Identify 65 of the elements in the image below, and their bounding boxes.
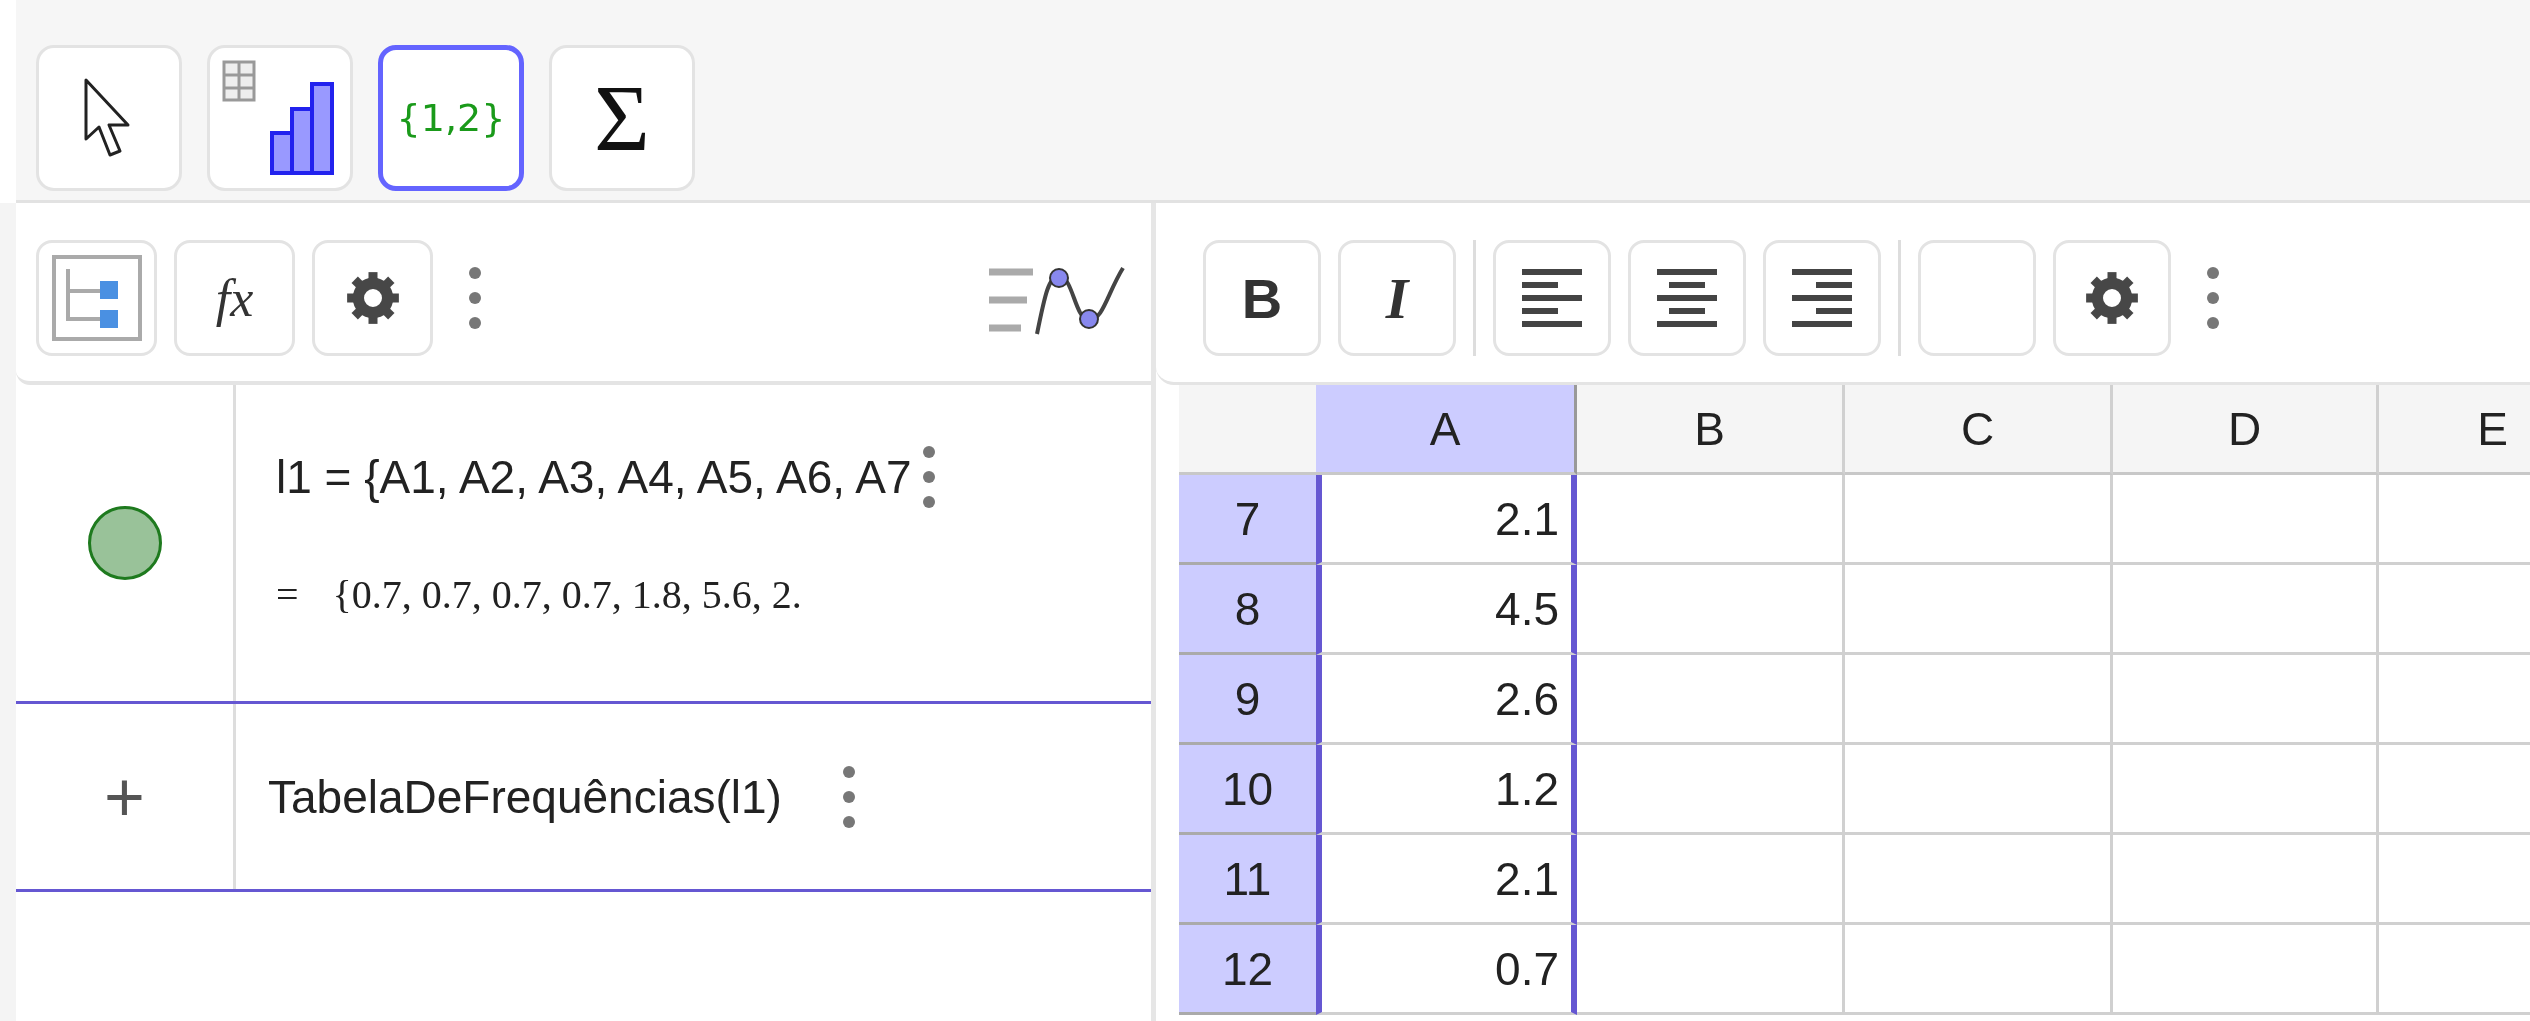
align-right-button[interactable]: [1763, 240, 1881, 356]
table-cell[interactable]: [2113, 745, 2379, 835]
table-cell[interactable]: [1845, 475, 2113, 565]
column-header[interactable]: D: [2113, 385, 2379, 475]
column-header[interactable]: B: [1577, 385, 1845, 475]
column-header[interactable]: C: [1845, 385, 2113, 475]
more-icon[interactable]: [468, 266, 482, 330]
row-header[interactable]: 7: [1179, 475, 1316, 565]
table-cell[interactable]: [1577, 655, 1845, 745]
add-symbol[interactable]: +: [104, 756, 145, 837]
table-cell[interactable]: [1845, 565, 2113, 655]
table-cell[interactable]: [1845, 925, 2113, 1015]
align-center-icon: [1657, 269, 1717, 327]
list-tool-button[interactable]: {1,2}: [378, 45, 524, 191]
row-header[interactable]: 11: [1179, 835, 1316, 925]
table-cell[interactable]: [1845, 745, 2113, 835]
more-icon[interactable]: [921, 445, 936, 509]
color-button[interactable]: [1918, 240, 2036, 356]
equals-sign: =: [276, 571, 299, 618]
settings-icon: [2085, 271, 2139, 325]
table-cell[interactable]: [1577, 475, 1845, 565]
row-header[interactable]: 9: [1179, 655, 1316, 745]
row-header[interactable]: 12: [1179, 925, 1316, 1015]
row-header[interactable]: 10: [1179, 745, 1316, 835]
table-cell[interactable]: [2113, 565, 2379, 655]
function-button[interactable]: fx: [174, 240, 295, 356]
sum-tool-button[interactable]: Σ: [549, 45, 695, 191]
align-left-button[interactable]: [1493, 240, 1611, 356]
table-cell[interactable]: [1845, 835, 2113, 925]
histogram-tool-button[interactable]: [207, 45, 353, 191]
row-header[interactable]: 8: [1179, 565, 1316, 655]
settings-button[interactable]: [2053, 240, 2171, 356]
italic-button[interactable]: I: [1338, 240, 1456, 356]
table-cell[interactable]: 2.1: [1316, 475, 1577, 565]
table-cell[interactable]: 0.7: [1316, 925, 1577, 1015]
settings-button[interactable]: [312, 240, 433, 356]
tree-icon: [51, 255, 142, 341]
table-cell[interactable]: 2.6: [1316, 655, 1577, 745]
tree-view-button[interactable]: [36, 240, 157, 356]
table-cell[interactable]: [1845, 655, 2113, 745]
align-left-icon: [1522, 269, 1582, 327]
input-field[interactable]: TabelaDeFrequências(l1): [268, 769, 782, 824]
table-cell[interactable]: [2113, 925, 2379, 1015]
table-cell[interactable]: [1577, 745, 1845, 835]
more-icon[interactable]: [2206, 266, 2220, 330]
table-cell[interactable]: 4.5: [1316, 565, 1577, 655]
table-cell[interactable]: [1577, 925, 1845, 1015]
align-center-button[interactable]: [1628, 240, 1746, 356]
table-cell[interactable]: [2113, 835, 2379, 925]
graphics-view-icon[interactable]: [987, 264, 1127, 336]
column-header[interactable]: E: [2379, 385, 2530, 475]
list-definition: l1 = {A1, A2, A3, A4, A5, A6, A7: [276, 450, 912, 504]
table-cell[interactable]: [1577, 835, 1845, 925]
align-right-icon: [1792, 269, 1852, 327]
bold-button[interactable]: B: [1203, 240, 1321, 356]
table-cell[interactable]: 1.2: [1316, 745, 1577, 835]
table-cell[interactable]: [2113, 475, 2379, 565]
settings-icon: [345, 271, 400, 325]
table-cell[interactable]: 2.1: [1316, 835, 1577, 925]
table-cell[interactable]: [1577, 565, 1845, 655]
more-icon[interactable]: [841, 764, 856, 829]
column-header[interactable]: A: [1316, 385, 1577, 475]
move-tool-button[interactable]: [36, 45, 182, 191]
table-cell[interactable]: [2113, 655, 2379, 745]
list-value: {0.7, 0.7, 0.7, 0.7, 1.8, 5.6, 2.: [332, 571, 802, 618]
